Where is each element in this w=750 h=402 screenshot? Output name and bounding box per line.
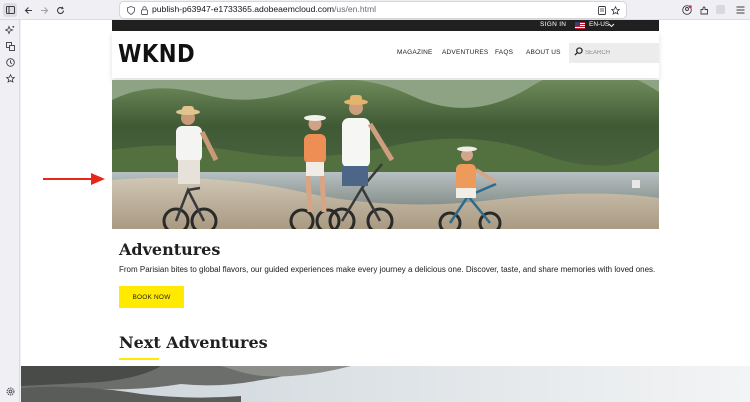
history-icon[interactable] xyxy=(4,56,16,68)
synced-tabs-icon[interactable] xyxy=(4,40,16,52)
adventures-description: From Parisian bites to global flavors, o… xyxy=(119,265,656,274)
url-path: /us/en.html xyxy=(334,4,377,14)
locale-selector[interactable]: EN-US xyxy=(589,21,609,28)
site-header: WKND MAGAZINE ADVENTURES FAQS ABOUT US xyxy=(112,31,659,78)
nav-faqs[interactable]: FAQS xyxy=(495,49,513,56)
arrow-annotation xyxy=(43,173,105,185)
sign-in-link[interactable]: SIGN IN xyxy=(540,21,566,28)
url-text[interactable]: publish-p63947-e1733365.adobeaemcloud.co… xyxy=(152,4,376,14)
hero-image xyxy=(112,80,659,229)
back-icon[interactable] xyxy=(22,4,34,16)
next-adventures-heading: Next Adventures xyxy=(119,333,268,352)
adventures-heading: Adventures xyxy=(119,240,221,259)
url-bar[interactable]: publish-p63947-e1733365.adobeaemcloud.co… xyxy=(120,2,626,18)
nav-about-us[interactable]: ABOUT US xyxy=(526,49,561,56)
reload-icon[interactable] xyxy=(54,4,66,16)
flag-icon[interactable] xyxy=(575,22,585,29)
forward-icon[interactable] xyxy=(38,4,50,16)
browser-toolbar: publish-p63947-e1733365.adobeaemcloud.co… xyxy=(0,0,750,20)
bookmarks-icon[interactable] xyxy=(4,72,16,84)
url-host: publish-p63947-e1733365.adobeaemcloud.co… xyxy=(152,4,335,14)
shield-icon[interactable] xyxy=(126,5,136,15)
adventure-image xyxy=(21,366,750,402)
search-box[interactable] xyxy=(569,43,659,63)
settings-icon[interactable] xyxy=(4,385,16,397)
heading-underline xyxy=(119,358,159,360)
sidebar-icon[interactable] xyxy=(3,3,17,17)
nav-adventures[interactable]: ADVENTURES xyxy=(442,49,488,56)
menu-icon[interactable] xyxy=(734,4,746,16)
extensions-icon[interactable] xyxy=(698,4,710,16)
lock-icon[interactable] xyxy=(139,5,149,15)
book-now-button[interactable]: BOOK NOW xyxy=(119,286,184,308)
extension-slot-icon[interactable] xyxy=(716,5,725,14)
utility-bar: SIGN IN EN-US xyxy=(112,20,659,31)
star-icon[interactable] xyxy=(610,5,620,15)
page-viewport: SIGN IN EN-US WKND MAGAZINE ADVENTURES F… xyxy=(21,20,750,402)
search-icon[interactable] xyxy=(574,47,583,56)
reader-icon[interactable] xyxy=(597,5,607,15)
ai-icon[interactable] xyxy=(4,24,16,36)
search-input[interactable] xyxy=(585,46,655,60)
nav-magazine[interactable]: MAGAZINE xyxy=(397,49,433,56)
account-icon[interactable] xyxy=(681,4,693,16)
wknd-logo[interactable]: WKND xyxy=(118,39,195,68)
browser-sidebar xyxy=(0,20,20,402)
